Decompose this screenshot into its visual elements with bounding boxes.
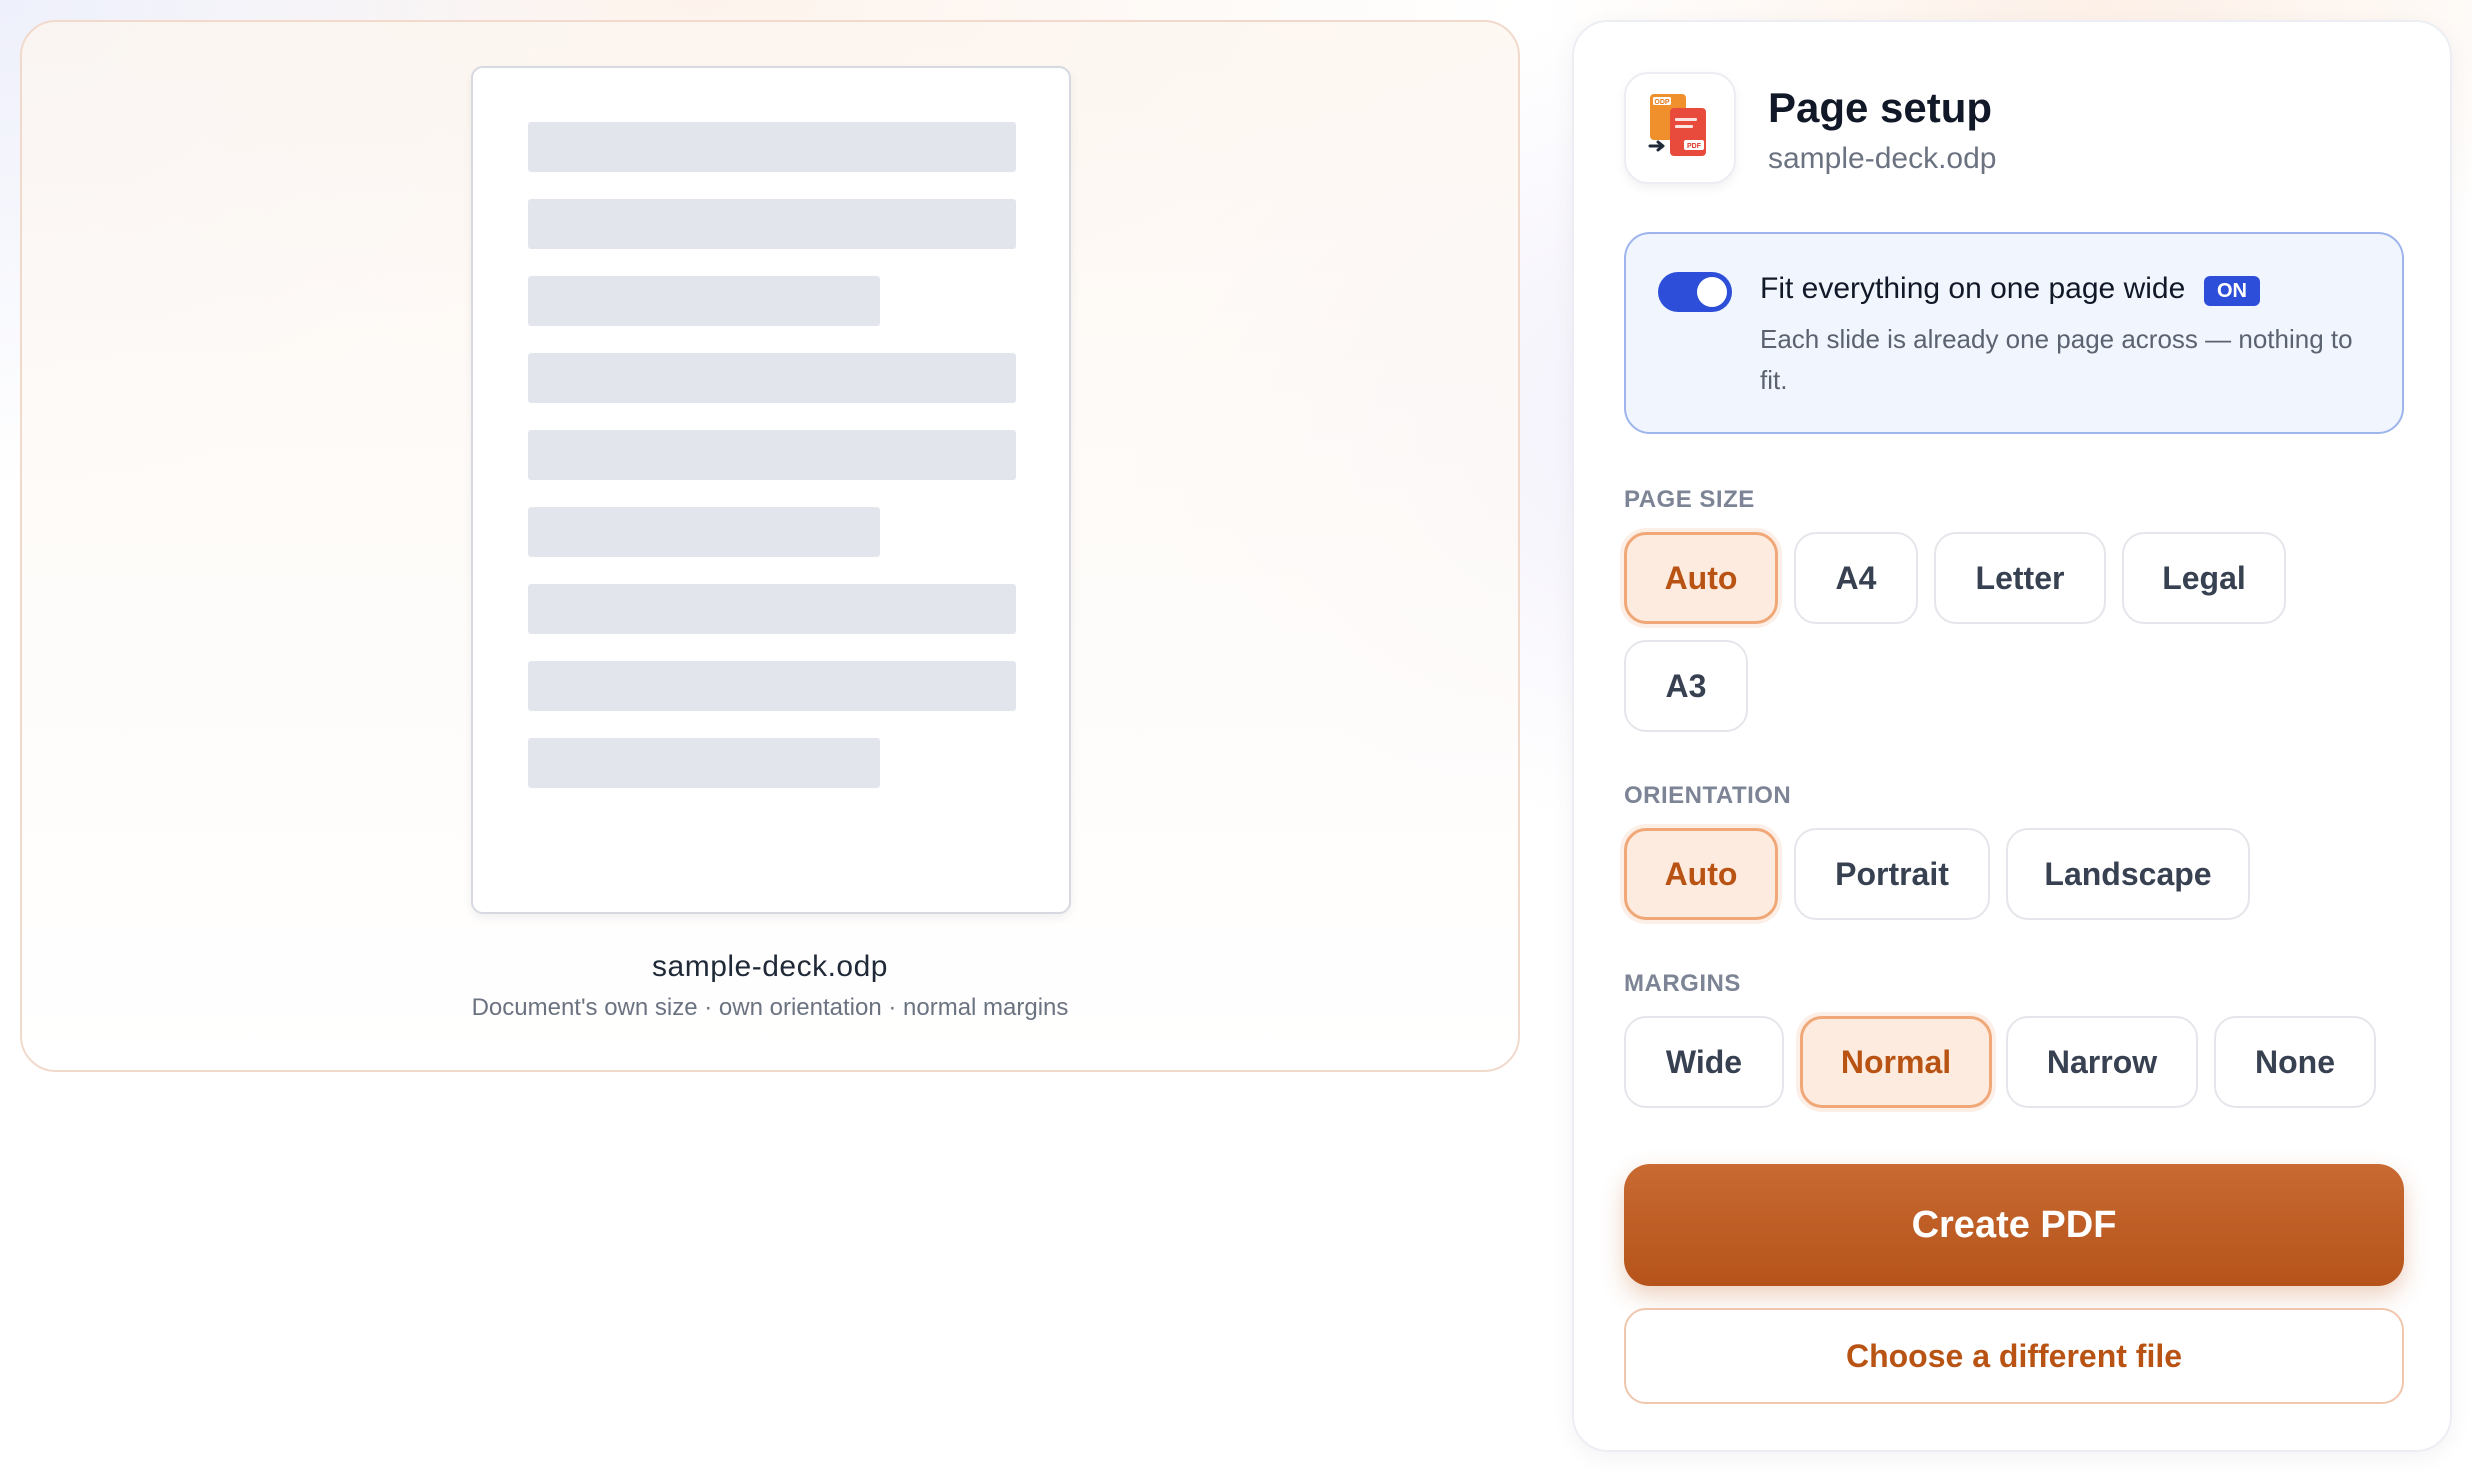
panel-title: Page setup — [1768, 84, 1993, 131]
odp-to-pdf-icon: ODP PDF — [1624, 72, 1736, 184]
text-line-placeholder — [528, 584, 1016, 634]
text-line-placeholder — [528, 738, 880, 788]
text-line-placeholder — [528, 122, 1016, 172]
text-line-placeholder — [528, 661, 1016, 711]
text-line-placeholder — [528, 276, 880, 326]
page-size-a4-button[interactable]: A4 — [1794, 532, 1918, 624]
page-size-letter-button[interactable]: Letter — [1934, 532, 2106, 624]
orientation-label: ORIENTATION — [1624, 782, 1792, 809]
icon-pdf-label: PDF — [1687, 143, 1702, 150]
margins-none-button[interactable]: None — [2214, 1016, 2376, 1108]
icon-odp-label: ODP — [1654, 99, 1670, 106]
create-pdf-button[interactable]: Create PDF — [1624, 1164, 2404, 1286]
odp-to-pdf-icon-graphic: ODP PDF — [1648, 94, 1706, 156]
margins-narrow-button[interactable]: Narrow — [2006, 1016, 2198, 1108]
orientation-auto-button[interactable]: Auto — [1624, 828, 1778, 920]
page-thumbnail — [471, 66, 1071, 914]
text-line-placeholder — [528, 430, 1016, 480]
fit-toggle[interactable] — [1658, 272, 1732, 312]
document-preview-card: sample-deck.odp Document's own size · ow… — [20, 20, 1520, 1072]
page-size-label: PAGE SIZE — [1624, 486, 1755, 513]
page-size-a3-button[interactable]: A3 — [1624, 640, 1748, 732]
page-size-auto-button[interactable]: Auto — [1624, 532, 1778, 624]
fit-description: Each slide is already one page across — … — [1760, 324, 2353, 395]
page-setup-panel: ODP PDF Page setup sample-deck.odp Fit e… — [1572, 20, 2452, 1452]
status-badge: ON — [2204, 276, 2260, 306]
panel-subtitle: sample-deck.odp — [1768, 142, 1997, 175]
fit-one-page-wide-option: Fit everything on one page wide ON Each … — [1624, 232, 2404, 434]
margins-label: MARGINS — [1624, 970, 1741, 997]
fit-label: Fit everything on one page wide — [1760, 272, 2186, 305]
preview-file-meta: Document's own size · own orientation · … — [471, 994, 1069, 1021]
text-line-placeholder — [528, 353, 1016, 403]
margins-normal-button[interactable]: Normal — [1800, 1016, 1992, 1108]
orientation-portrait-button[interactable]: Portrait — [1794, 828, 1990, 920]
toggle-knob — [1697, 277, 1727, 307]
text-line-placeholder — [528, 507, 880, 557]
page-size-legal-button[interactable]: Legal — [2122, 532, 2286, 624]
preview-file-name: sample-deck.odp — [652, 950, 888, 983]
orientation-landscape-button[interactable]: Landscape — [2006, 828, 2250, 920]
margins-wide-button[interactable]: Wide — [1624, 1016, 1784, 1108]
choose-different-file-button[interactable]: Choose a different file — [1624, 1308, 2404, 1404]
text-line-placeholder — [528, 199, 1016, 249]
